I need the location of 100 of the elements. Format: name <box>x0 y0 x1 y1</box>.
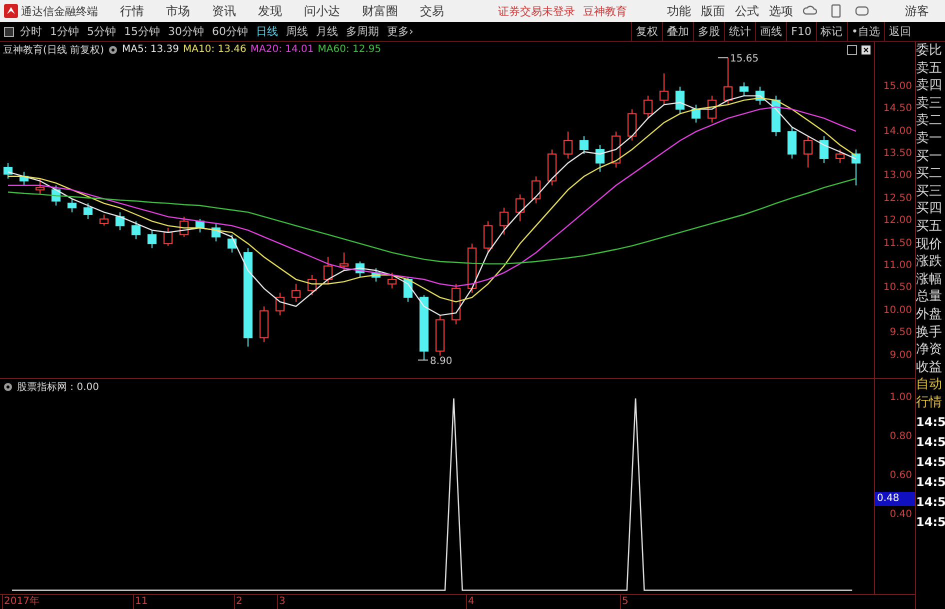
menu-item[interactable]: 公式 <box>735 2 759 20</box>
phone-icon[interactable] <box>831 4 841 18</box>
toolbar-button[interactable]: •自选 <box>846 22 884 41</box>
candlestick <box>660 72 668 106</box>
candlestick <box>820 136 828 164</box>
period-tab[interactable]: 多周期 <box>346 24 379 39</box>
menu-item[interactable]: 选项 <box>769 2 793 20</box>
date-axis-label: 3 <box>277 595 286 609</box>
menu-item[interactable]: 问小达 <box>304 2 340 20</box>
menu-item[interactable]: 功能 <box>667 2 691 20</box>
candlestick <box>724 57 732 106</box>
candlestick <box>564 131 572 159</box>
price-axis-label: 14.00 <box>883 124 912 139</box>
toolbar-button[interactable]: 返回 <box>884 22 915 41</box>
candlestick <box>804 136 812 168</box>
price-axis-label: 9.00 <box>890 348 912 363</box>
close-icon[interactable] <box>861 44 871 54</box>
period-tab[interactable]: 1分钟 <box>50 24 79 39</box>
low-price-label: 8.90 <box>430 356 452 368</box>
settings-icon[interactable] <box>108 44 118 54</box>
candlestick <box>292 283 300 302</box>
price-axis-label: 11.50 <box>883 236 912 251</box>
trade-time: 14:5 <box>916 514 945 532</box>
trade-time: 14:5 <box>916 434 945 452</box>
date-axis-label: 2017年 <box>2 595 40 609</box>
menu-item[interactable]: 行情 <box>120 2 144 20</box>
app-title: 通达信金融终端 <box>21 4 98 18</box>
period-tab[interactable]: 更多› <box>387 24 414 39</box>
cloud-icon[interactable] <box>803 5 817 17</box>
settings-icon[interactable] <box>3 382 13 392</box>
price-axis-label: 9.50 <box>890 326 912 340</box>
window-icon[interactable] <box>4 26 14 36</box>
price-axis-label: 14.50 <box>883 102 912 116</box>
candlestick <box>644 95 652 119</box>
candlestick <box>4 162 12 180</box>
chart-title: 豆神教育(日线 前复权) <box>3 44 104 56</box>
period-tab[interactable]: 分时 <box>20 24 42 39</box>
quote-field-label: 卖二 <box>916 112 943 130</box>
toolbar-button[interactable]: 叠加 <box>662 22 694 41</box>
period-tab[interactable]: 日线 <box>256 24 278 39</box>
period-tab[interactable]: 5分钟 <box>87 24 116 39</box>
menu-item[interactable]: 资讯 <box>212 2 236 20</box>
period-tab[interactable]: 30分钟 <box>168 24 204 39</box>
quote-field-label: 卖四 <box>916 77 943 95</box>
price-axis-label: 15.00 <box>883 80 912 94</box>
quote-field-label: 买一 <box>916 148 943 166</box>
toolbar-button[interactable]: 画线 <box>755 22 786 41</box>
candlestick <box>100 214 108 226</box>
indicator-axis-label: 1.00 <box>890 391 912 406</box>
candlestick <box>356 261 364 278</box>
candlestick <box>20 171 28 186</box>
price-axis-label: 10.50 <box>883 281 912 296</box>
candlestick <box>436 314 444 356</box>
user-label[interactable]: 游客 <box>905 2 929 20</box>
current-value-badge: 0.48 <box>875 492 915 506</box>
candlestick <box>388 272 396 289</box>
quote-field-label: 委比 <box>916 42 943 60</box>
period-tab[interactable]: 60分钟 <box>212 24 248 39</box>
candlestick <box>180 216 188 238</box>
menu-item[interactable]: 财富圈 <box>362 2 398 20</box>
candlestick <box>788 126 796 159</box>
toolbar-button[interactable]: 多股 <box>693 22 724 41</box>
quote-field-label: 换手 <box>916 324 943 342</box>
candlestick <box>580 136 588 154</box>
candlestick <box>612 131 620 168</box>
status-link[interactable]: 证券交易未登录 <box>498 4 575 18</box>
leader-line <box>718 57 728 58</box>
quote-tab[interactable]: 自动 <box>916 376 945 394</box>
menu-item[interactable]: 交易 <box>420 2 444 20</box>
quote-tab[interactable]: 行情 <box>916 394 945 412</box>
indicator-axis-label: 0.80 <box>890 430 912 444</box>
menu-item[interactable]: 市场 <box>166 2 190 20</box>
menu-item[interactable]: 版面 <box>701 2 725 20</box>
candlestick <box>708 95 716 124</box>
indicator-axis-label: 0.60 <box>890 468 912 483</box>
quote-field-label: 涨跌 <box>916 253 943 271</box>
candlestick <box>468 243 476 294</box>
candlestick <box>756 86 764 106</box>
menu-item[interactable]: 发现 <box>258 2 282 20</box>
leader-line <box>418 360 428 361</box>
toolbar-button[interactable]: 统计 <box>724 22 756 41</box>
message-icon[interactable] <box>855 5 869 17</box>
period-tab[interactable]: 15分钟 <box>124 24 160 39</box>
candlestick <box>196 218 204 233</box>
candlestick <box>164 227 172 246</box>
toolbar-button[interactable]: 标记 <box>816 22 846 41</box>
toolbar-button[interactable]: F10 <box>786 22 816 41</box>
app-logo-icon <box>4 4 18 18</box>
candlestick <box>116 212 124 231</box>
quote-field-label: 总量 <box>916 288 943 306</box>
quote-field-label: 净资 <box>916 341 943 359</box>
period-tab[interactable]: 月线 <box>316 24 338 39</box>
status-link[interactable]: 豆神教育 <box>583 4 627 18</box>
candlestick <box>500 207 508 236</box>
grid-icon[interactable] <box>847 44 857 54</box>
period-tab[interactable]: 周线 <box>286 24 308 39</box>
toolbar-button[interactable]: 复权 <box>631 22 662 41</box>
candlestick <box>68 198 76 213</box>
candlestick <box>836 149 844 164</box>
quote-field-label: 涨幅 <box>916 270 943 288</box>
